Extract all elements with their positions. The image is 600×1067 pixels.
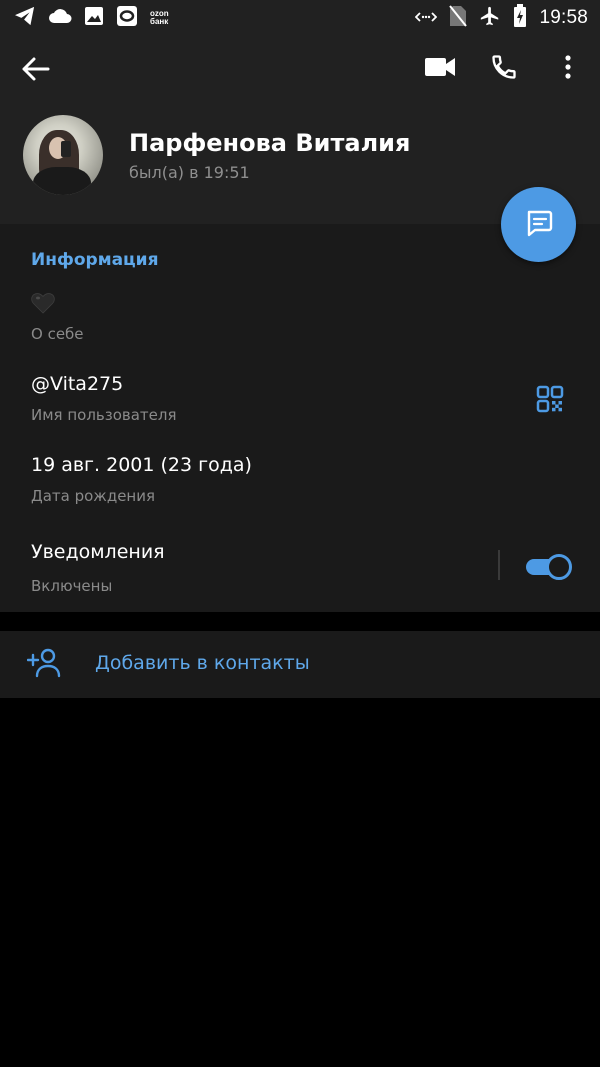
avatar-phone	[61, 141, 71, 157]
more-vert-icon	[565, 55, 571, 83]
notifications-divider	[498, 550, 500, 580]
bio-label: О себе	[31, 325, 84, 343]
message-icon	[523, 207, 555, 243]
phone-call-icon	[490, 53, 518, 85]
username-label: Имя пользователя	[31, 406, 177, 424]
video-call-icon	[424, 56, 456, 82]
info-section: Информация 🖤 О себе @Vita275 Имя пользов…	[0, 224, 600, 612]
video-call-button[interactable]	[423, 52, 457, 86]
status-bar-time: 19:58	[539, 7, 588, 28]
bio-value[interactable]: 🖤	[31, 292, 55, 314]
add-person-icon	[26, 648, 61, 680]
cloud-icon	[48, 7, 72, 29]
last-seen-status: был(а) в 19:51	[129, 163, 250, 182]
notifications-title[interactable]: Уведомления	[31, 541, 165, 563]
qr-code-icon	[536, 385, 564, 417]
image-icon	[84, 6, 104, 30]
more-options-button[interactable]	[551, 52, 585, 86]
airplane-icon	[479, 5, 501, 31]
status-bar-notifications: ozon банк	[14, 5, 169, 31]
avatar-body	[33, 167, 91, 195]
add-contact-row[interactable]: Добавить в контакты	[0, 631, 600, 698]
ozon-app-icon	[116, 5, 138, 31]
profile-name: Парфенова Виталия	[129, 129, 411, 157]
notifications-toggle[interactable]	[526, 554, 572, 580]
status-bar-system: 19:58	[415, 4, 588, 32]
status-bar: ozon банк 19:58	[0, 0, 600, 36]
username-value[interactable]: @Vita275	[31, 373, 123, 395]
notifications-status: Включены	[31, 577, 113, 595]
data-saver-icon	[415, 9, 438, 28]
add-contact-label: Добавить в контакты	[95, 652, 310, 674]
battery-charging-icon	[513, 4, 527, 32]
info-section-title: Информация	[31, 250, 159, 270]
avatar[interactable]	[23, 115, 103, 195]
ozon-label-line2: банк	[150, 17, 169, 26]
toggle-knob	[546, 554, 572, 580]
telegram-icon	[14, 6, 36, 30]
qr-code-button[interactable]	[536, 385, 568, 417]
birthday-value[interactable]: 19 авг. 2001 (23 года)	[31, 454, 252, 476]
black-heart-icon	[31, 293, 55, 318]
birthday-label: Дата рождения	[31, 487, 155, 505]
ozon-bank-label: ozon банк	[150, 10, 169, 26]
no-sim-icon	[449, 5, 468, 31]
phone-call-button[interactable]	[487, 52, 521, 86]
back-arrow-icon	[20, 57, 54, 88]
send-message-button[interactable]	[501, 187, 576, 262]
back-button[interactable]	[20, 54, 54, 84]
profile-header: Парфенова Виталия был(а) в 19:51	[0, 36, 600, 224]
